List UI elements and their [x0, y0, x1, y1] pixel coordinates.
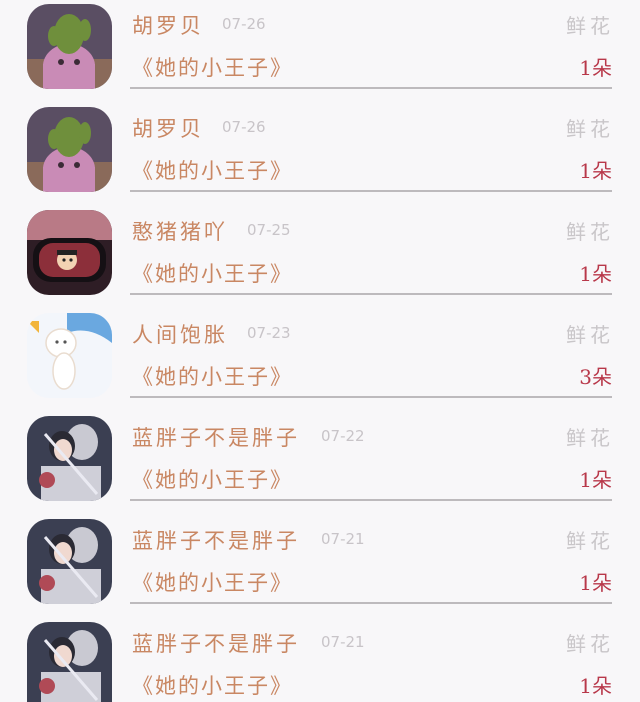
cactus-ghost-avatar	[27, 4, 112, 89]
couple-illustration-avatar	[27, 519, 112, 604]
avatar[interactable]	[27, 622, 112, 702]
gift-type: 鲜花	[566, 117, 614, 141]
gift-record-row[interactable]: 人间饱胀 07-23 《她的小王子》 鲜花 3朵	[0, 309, 640, 411]
sender-name: 胡罗贝	[132, 117, 204, 141]
white-doll-avatar	[27, 313, 112, 398]
sender-name: 蓝胖子不是胖子	[132, 529, 300, 553]
gift-type: 鲜花	[566, 220, 614, 244]
sender-name: 人间饱胀	[132, 323, 228, 347]
book-title[interactable]: 《她的小王子》	[132, 567, 293, 597]
couple-illustration-avatar	[27, 416, 112, 501]
sender-name: 憨猪猪吖	[132, 220, 228, 244]
gift-count: 1朵	[579, 468, 612, 492]
gift-record-list: 胡罗贝 07-26 《她的小王子》 鲜花 1朵 胡罗贝 07-26 《她的小王子…	[0, 0, 640, 702]
book-title[interactable]: 《她的小王子》	[132, 258, 293, 288]
sender-name: 蓝胖子不是胖子	[132, 426, 300, 450]
gift-type: 鲜花	[566, 529, 614, 553]
gift-count: 1朵	[579, 571, 612, 595]
send-date: 07-22	[321, 427, 365, 445]
gift-record-row[interactable]: 蓝胖子不是胖子 07-21 《她的小王子》 鲜花 1朵	[0, 515, 640, 617]
avatar[interactable]	[27, 519, 112, 604]
divider	[130, 293, 612, 295]
gift-record-row[interactable]: 蓝胖子不是胖子 07-22 《她的小王子》 鲜花 1朵	[0, 412, 640, 514]
send-date: 07-26	[222, 118, 266, 136]
divider	[130, 499, 612, 501]
gift-record-row[interactable]: 憨猪猪吖 07-25 《她的小王子》 鲜花 1朵	[0, 206, 640, 308]
avatar[interactable]	[27, 210, 112, 295]
send-date: 07-25	[247, 221, 291, 239]
couple-illustration-avatar	[27, 622, 112, 702]
book-title[interactable]: 《她的小王子》	[132, 670, 293, 700]
send-date: 07-23	[247, 324, 291, 342]
gift-count: 1朵	[579, 56, 612, 80]
gift-type: 鲜花	[566, 323, 614, 347]
book-title[interactable]: 《她的小王子》	[132, 464, 293, 494]
gift-type: 鲜花	[566, 426, 614, 450]
gift-count: 3朵	[579, 365, 612, 389]
gift-record-row[interactable]: 蓝胖子不是胖子 07-21 《她的小王子》 鲜花 1朵	[0, 618, 640, 702]
gift-count: 1朵	[579, 674, 612, 698]
sender-name: 蓝胖子不是胖子	[132, 632, 300, 656]
gift-type: 鲜花	[566, 14, 614, 38]
book-title[interactable]: 《她的小王子》	[132, 155, 293, 185]
send-date: 07-26	[222, 15, 266, 33]
book-title[interactable]: 《她的小王子》	[132, 361, 293, 391]
cactus-ghost-avatar	[27, 107, 112, 192]
divider	[130, 602, 612, 604]
gift-record-row[interactable]: 胡罗贝 07-26 《她的小王子》 鲜花 1朵	[0, 0, 640, 102]
avatar[interactable]	[27, 107, 112, 192]
avatar[interactable]	[27, 4, 112, 89]
gift-type: 鲜花	[566, 632, 614, 656]
mirror-cartoon-avatar	[27, 210, 112, 295]
divider	[130, 190, 612, 192]
gift-count: 1朵	[579, 262, 612, 286]
gift-record-row[interactable]: 胡罗贝 07-26 《她的小王子》 鲜花 1朵	[0, 103, 640, 205]
avatar[interactable]	[27, 313, 112, 398]
gift-count: 1朵	[579, 159, 612, 183]
divider	[130, 396, 612, 398]
send-date: 07-21	[321, 633, 365, 651]
book-title[interactable]: 《她的小王子》	[132, 52, 293, 82]
sender-name: 胡罗贝	[132, 14, 204, 38]
divider	[130, 87, 612, 89]
avatar[interactable]	[27, 416, 112, 501]
send-date: 07-21	[321, 530, 365, 548]
